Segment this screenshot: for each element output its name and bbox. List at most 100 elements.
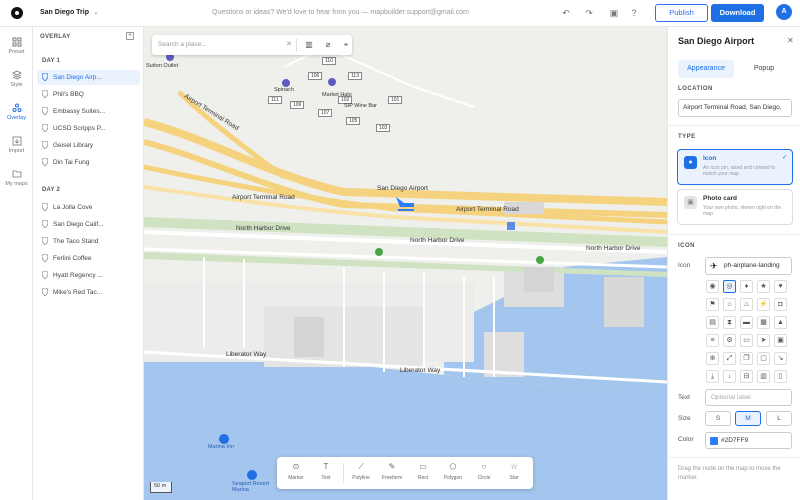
contract-icon[interactable]: ⊟ (740, 370, 753, 383)
draw-tool-text[interactable]: T Text (312, 462, 340, 481)
rail-label: My maps (5, 181, 28, 187)
arrow-down-icon[interactable]: ↓ (723, 370, 736, 383)
draw-tool-polygon[interactable]: ⬠ Polygon (439, 462, 467, 481)
list-item[interactable]: Mike's Red Tac... (37, 285, 140, 300)
expand-icon[interactable]: ⤢ (723, 352, 736, 365)
tab-appearance[interactable]: Appearance (678, 60, 734, 78)
list-item-label: La Jolla Cove (53, 204, 93, 211)
star-icon[interactable]: ★ (757, 280, 770, 293)
arrow-diag-icon[interactable]: ↘ (774, 352, 787, 365)
draw-tool-polyline[interactable]: ⟋ Polyline (347, 462, 375, 481)
list-item[interactable]: The Taco Stand (37, 234, 140, 249)
close-icon[interactable]: ✕ (787, 36, 794, 45)
type-photo-card[interactable]: ▣ Photo card Your own photo, shown right… (677, 189, 793, 225)
draw-tool-freeform[interactable]: ✎ Freeform (378, 462, 406, 481)
tab-popup[interactable]: Popup (736, 60, 792, 78)
list-item[interactable]: San Diego Calif... (37, 217, 140, 232)
chevron-down-icon[interactable]: ⌄ (93, 8, 99, 16)
list-item-label: The Taco Stand (53, 238, 99, 245)
list-item[interactable]: Ferlini Coffee (37, 251, 140, 266)
archive-icon[interactable]: ▣ (774, 334, 787, 347)
rail-item-overlay[interactable]: Overlay (0, 99, 33, 129)
marker-text-input[interactable]: Optional label (705, 389, 792, 406)
location-field[interactable]: Airport Terminal Road, San Diego, (678, 99, 792, 117)
hourglass-icon[interactable]: ⧗ (723, 316, 736, 329)
redo-icon[interactable]: ↷ (583, 7, 595, 19)
pin-icon (42, 141, 48, 149)
rail-item-preset[interactable]: Preset (0, 33, 33, 63)
location-pin-icon[interactable]: ◉ (706, 280, 719, 293)
bolt-icon[interactable]: ⚡ (757, 298, 770, 311)
list-item[interactable]: UCSD Scripps P... (37, 121, 140, 136)
draw-tool-rect[interactable]: ▭ Rect (409, 462, 437, 481)
list-item[interactable]: Hyatt Regency ... (37, 268, 140, 283)
sliders-icon[interactable]: ≡ (706, 334, 719, 347)
draw-tool-marker[interactable]: ⊙ Marker (282, 462, 310, 481)
home-icon[interactable]: ⌂ (723, 298, 736, 311)
size-m-button[interactable]: M (735, 411, 761, 426)
size-s-button[interactable]: S (705, 411, 731, 426)
color-swatch (710, 437, 718, 445)
heart-icon[interactable]: ♥ (774, 280, 787, 293)
settings-icon[interactable]: ⚙ (723, 334, 736, 347)
list-item[interactable]: Din Tai Fung (37, 155, 140, 170)
list-item[interactable]: Geisel Library (37, 138, 140, 153)
fire-icon[interactable]: ♨ (740, 298, 753, 311)
locate-icon[interactable]: ⌖ (341, 40, 351, 50)
color-label: Color (678, 436, 694, 443)
list-item[interactable]: La Jolla Cove (37, 200, 140, 215)
graduation-icon[interactable]: ▲ (774, 316, 787, 329)
divider (296, 39, 297, 51)
help-icon[interactable]: ? (628, 7, 640, 19)
calendar-icon[interactable]: ▦ (757, 316, 770, 329)
icon-label: Icon (678, 262, 691, 269)
day-1-heading: DAY 1 (42, 58, 61, 64)
draw-tool-star[interactable]: ☆ Star (500, 462, 528, 481)
list-item[interactable]: Phil's BBQ (37, 87, 140, 102)
type-icon-card[interactable]: ● Icon An icon pin, sized and colored to… (677, 149, 793, 185)
undo-icon[interactable]: ↶ (560, 7, 572, 19)
bed-icon[interactable]: ▬ (740, 316, 753, 329)
map-pin-icon[interactable]: ♦ (740, 280, 753, 293)
list-item-label: San Diego Calif... (53, 221, 104, 228)
search-input[interactable]: Search a place... (158, 41, 207, 48)
map-icon[interactable]: ▥ (304, 40, 314, 50)
add-overlay-icon[interactable]: + (126, 32, 134, 40)
publish-button[interactable]: Publish (655, 4, 708, 22)
briefcase-icon[interactable]: ▤ (706, 316, 719, 329)
list-item-label: Phil's BBQ (53, 91, 84, 98)
marker-icon: ⊙ (292, 462, 300, 471)
app-logo[interactable] (11, 7, 23, 19)
pin-icon (42, 271, 48, 279)
rail-item-import[interactable]: Import (0, 132, 33, 162)
download-icon[interactable]: ⤓ (706, 370, 719, 383)
download-button[interactable]: Download (711, 4, 764, 22)
copy-icon[interactable]: ❐ (740, 352, 753, 365)
rail-item-style[interactable]: Style (0, 66, 33, 96)
lock-icon[interactable]: ▢ (757, 352, 770, 365)
map-label-north-harbor-3: North Harbor Drive (586, 245, 641, 252)
avatar[interactable]: A (776, 4, 792, 20)
camera-icon[interactable]: ◘ (774, 298, 787, 311)
list-item[interactable]: San Diego Airp... (37, 70, 140, 85)
trip-title[interactable]: San Diego Trip (40, 9, 89, 16)
map-canvas[interactable]: 110 106 113 111 109 102 107 101 105 103 San Diego… (144, 27, 667, 500)
size-l-button[interactable]: L (766, 411, 792, 426)
rail-item-my-maps[interactable]: My maps (0, 165, 33, 195)
color-field[interactable]: #2D7FF9 (705, 432, 792, 449)
close-icon[interactable]: ✕ (286, 40, 292, 48)
folder-icon (12, 170, 21, 178)
flag-icon[interactable]: ⚑ (706, 298, 719, 311)
ruler-icon[interactable]: ⌀ (323, 40, 333, 50)
circle-dot-icon[interactable]: ◎ (723, 280, 736, 293)
icon-select[interactable]: ✈ ph-airplane-landing (705, 257, 792, 275)
save-icon[interactable]: ▣ (608, 7, 620, 19)
send-icon[interactable]: ➤ (757, 334, 770, 347)
plus-circle-icon[interactable]: ⊕ (706, 352, 719, 365)
draw-tool-circle[interactable]: ○ Circle (470, 462, 498, 481)
phone-icon[interactable]: ▯ (774, 370, 787, 383)
chip-icon[interactable]: ▥ (757, 370, 770, 383)
car-icon[interactable]: ▭ (740, 334, 753, 347)
map-label-market-halo: Market Halo (322, 92, 352, 98)
list-item[interactable]: Embassy Suites... (37, 104, 140, 119)
